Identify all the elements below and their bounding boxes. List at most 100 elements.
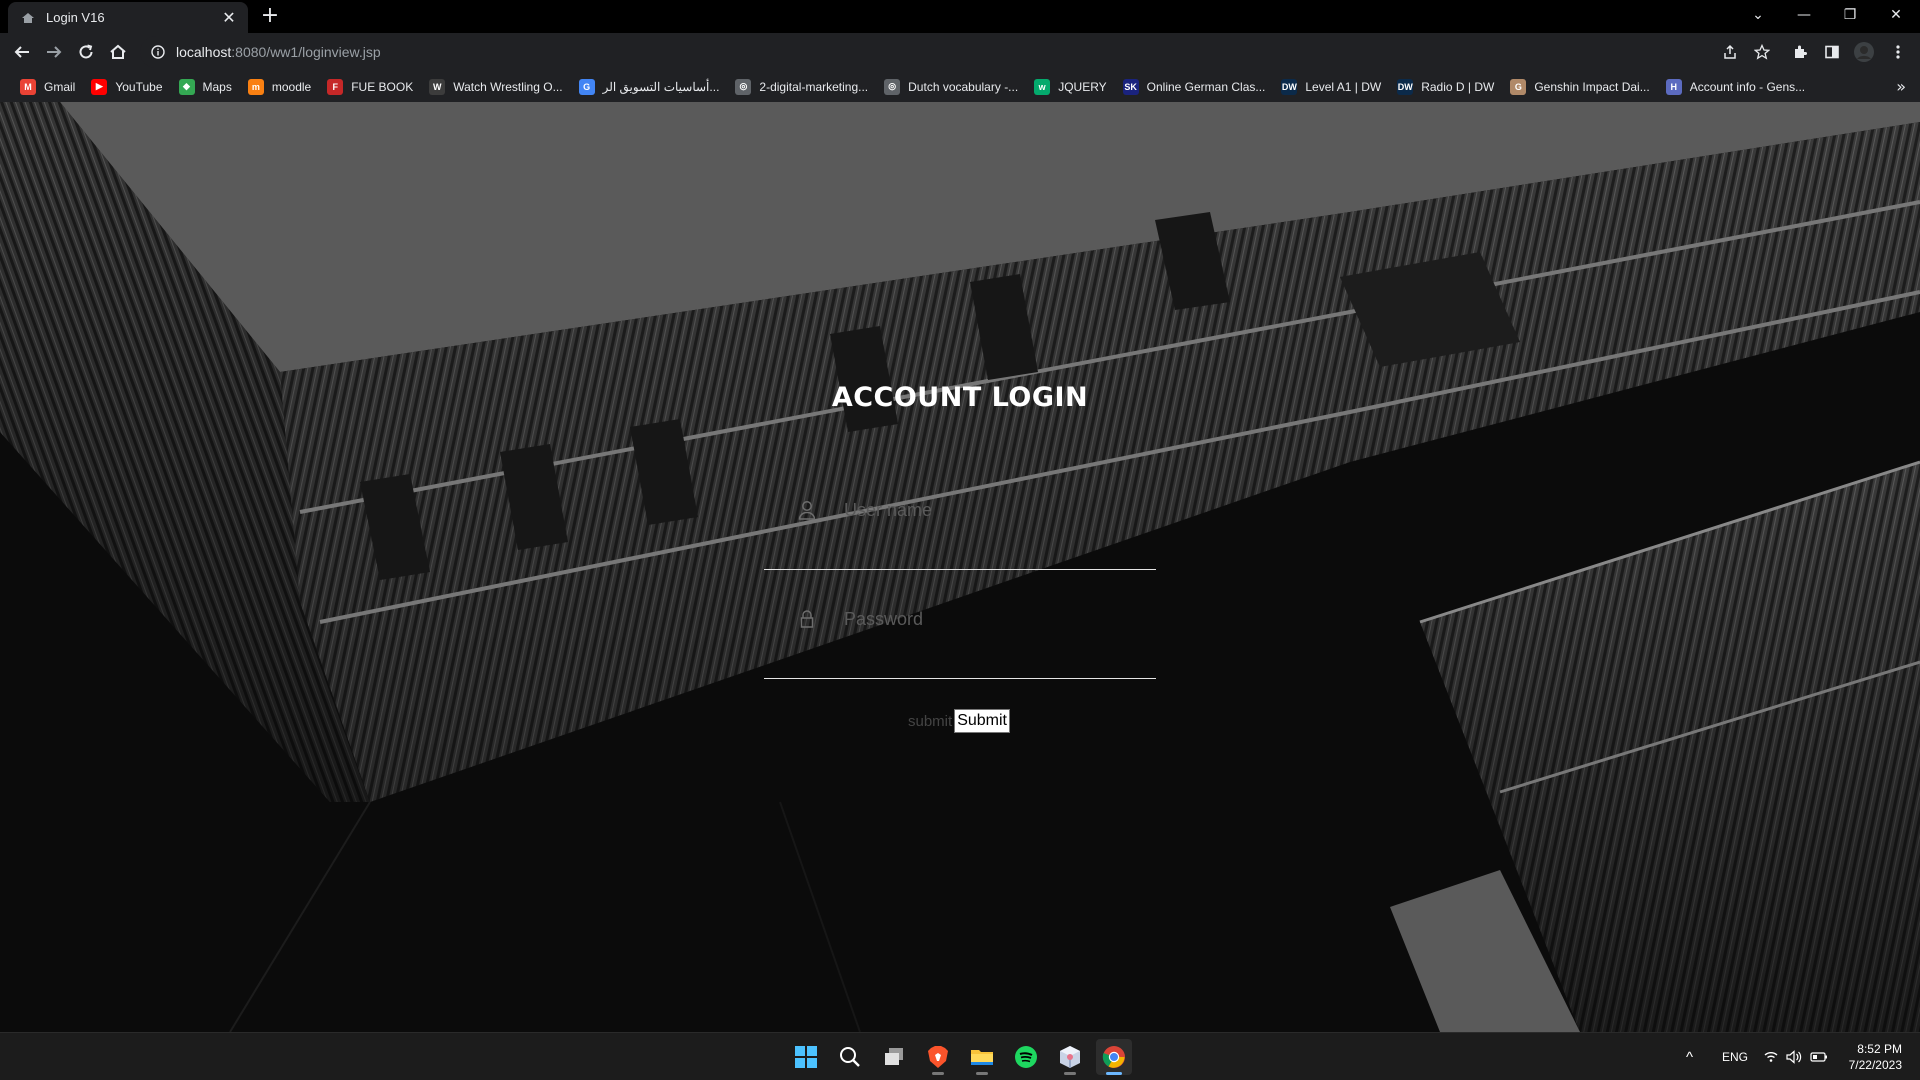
url-path: :8080/ww1/loginview.jsp <box>231 44 381 60</box>
windows-start-icon[interactable] <box>788 1039 824 1075</box>
bookmark-label: Genshin Impact Dai... <box>1534 79 1650 94</box>
screen: Login V16 ✕ + ⌄ — ❐ ✕ localhost:8080/ww1… <box>0 0 1920 1080</box>
site-info-icon[interactable] <box>150 44 166 60</box>
moodle-icon: m <box>247 78 264 95</box>
lock-icon <box>800 610 814 628</box>
globe-icon: ◎ <box>735 78 752 95</box>
bookmark-label: moodle <box>271 79 312 94</box>
bookmarks-bar: M Gmail ▶ YouTube ◆ Maps m moodle F FUE BOOK W Watc… <box>0 71 1920 102</box>
bookmark-item[interactable]: H Account info - Gens... <box>1658 74 1813 100</box>
volume-icon[interactable] <box>1786 1033 1802 1080</box>
file-explorer-icon[interactable] <box>964 1039 1000 1075</box>
password-input[interactable] <box>844 599 1144 639</box>
gmail-icon: M <box>20 78 36 95</box>
battery-icon[interactable] <box>1810 1033 1828 1080</box>
tray-overflow-chevron[interactable]: ^ <box>1686 1033 1693 1080</box>
system-clock[interactable]: 8:52 PM 7/22/2023 <box>1849 1041 1902 1073</box>
language-text: ENG <box>1722 1050 1749 1064</box>
tab-close-icon[interactable]: ✕ <box>220 8 238 27</box>
user-icon <box>798 501 816 520</box>
submit-label: submit <box>908 712 953 730</box>
side-panel-icon[interactable] <box>1818 38 1846 66</box>
bookmark-label: JQUERY <box>1058 79 1107 94</box>
bookmark-item[interactable]: ◎ 2-digital-marketing... <box>727 74 876 100</box>
running-indicator <box>976 1072 988 1075</box>
home-button[interactable] <box>104 38 132 66</box>
bookmark-item[interactable]: m moodle <box>240 74 319 100</box>
youtube-icon: ▶ <box>91 78 108 95</box>
url-text: localhost:8080/ww1/loginview.jsp <box>176 44 381 60</box>
address-bar[interactable]: localhost:8080/ww1/loginview.jsp <box>140 36 1770 68</box>
extensions-icon[interactable] <box>1786 38 1814 66</box>
w3schools-icon: w <box>1034 78 1051 95</box>
globe-icon: ◎ <box>884 78 901 95</box>
chevron-up-icon: ^ <box>1686 1048 1694 1066</box>
forward-arrow-icon <box>47 46 62 58</box>
running-indicator <box>1064 1072 1076 1075</box>
menu-kebab-icon[interactable] <box>1884 38 1912 66</box>
url-host: localhost <box>176 44 232 60</box>
bookmark-item[interactable]: w JQUERY <box>1026 74 1114 100</box>
wordpress-icon: W <box>429 78 446 95</box>
bookmarks-more-icon[interactable]: » <box>1896 71 1906 102</box>
home-icon <box>110 44 126 59</box>
search-icon[interactable] <box>832 1039 868 1075</box>
bookmark-label: Account info - Gens... <box>1689 79 1806 94</box>
reload-icon <box>79 44 93 59</box>
tab-login[interactable]: Login V16 ✕ <box>8 2 248 33</box>
clock-date: 7/22/2023 <box>1848 1058 1902 1072</box>
brave-icon[interactable] <box>920 1039 956 1075</box>
bookmark-item[interactable]: M Gmail <box>12 74 83 100</box>
sk-icon: SK <box>1122 78 1139 95</box>
bookmark-item[interactable]: SK Online German Clas... <box>1115 74 1274 100</box>
back-button[interactable] <box>8 38 36 66</box>
password-field <box>764 599 1156 679</box>
browser-tab-bar: Login V16 ✕ + ⌄ — ❐ ✕ <box>0 0 1920 33</box>
submit-button[interactable]: Submit <box>954 709 1010 733</box>
new-tab-button[interactable]: + <box>258 5 282 29</box>
bookmark-item[interactable]: W Watch Wrestling O... <box>421 74 570 100</box>
app-cube-icon[interactable] <box>1052 1039 1088 1075</box>
share-icon[interactable] <box>1716 38 1744 66</box>
clock-time: 8:52 PM <box>1857 1042 1902 1056</box>
wifi-icon[interactable] <box>1764 1033 1778 1080</box>
browser-toolbar: localhost:8080/ww1/loginview.jsp <box>0 33 1920 71</box>
tab-search-icon[interactable]: ⌄ <box>1736 0 1780 30</box>
hoyolab-icon: H <box>1665 78 1682 95</box>
tab-title: Login V16 <box>46 10 105 25</box>
username-field <box>764 490 1156 570</box>
tab-favicon-icon <box>20 10 36 26</box>
bookmark-item[interactable]: G Genshin Impact Dai... <box>1502 74 1657 100</box>
close-window-button[interactable]: ✕ <box>1874 0 1918 30</box>
username-input[interactable] <box>844 490 1144 530</box>
bookmark-label: 2-digital-marketing... <box>759 79 869 94</box>
bookmark-item[interactable]: F FUE BOOK <box>319 74 421 100</box>
chrome-icon[interactable] <box>1096 1039 1132 1075</box>
minimize-button[interactable]: — <box>1782 0 1826 30</box>
google-icon: G <box>578 78 595 95</box>
language-indicator[interactable]: ENG <box>1722 1033 1748 1080</box>
fue-book-icon: F <box>327 78 344 95</box>
bookmark-item[interactable]: ▶ YouTube <box>83 74 170 100</box>
bookmark-item[interactable]: G أساسيات التسويق الر... <box>571 74 728 100</box>
restore-button[interactable]: ❐ <box>1828 0 1872 30</box>
bookmark-label: Radio D | DW <box>1421 79 1495 94</box>
bookmark-item[interactable]: ◆ Maps <box>171 74 240 100</box>
bookmark-item[interactable]: ◎ Dutch vocabulary -... <box>876 74 1026 100</box>
bookmark-label: أساسيات التسويق الر... <box>602 79 720 94</box>
profile-avatar[interactable] <box>1850 38 1878 66</box>
dw-icon: DW <box>1281 78 1298 95</box>
bookmark-label: Online German Clas... <box>1146 79 1266 94</box>
bookmark-item[interactable]: DW Radio D | DW <box>1389 74 1502 100</box>
bookmark-item[interactable]: DW Level A1 | DW <box>1273 74 1389 100</box>
back-arrow-icon <box>14 46 29 58</box>
bookmark-star-icon[interactable] <box>1748 38 1776 66</box>
login-page: ACCOUNT LOGIN submit Submit <box>0 102 1920 1032</box>
spotify-icon[interactable] <box>1008 1039 1044 1075</box>
windows-taskbar: ^ ENG 8:52 PM 7/22/2023 <box>0 1032 1920 1080</box>
reload-button[interactable] <box>72 38 100 66</box>
task-view-icon[interactable] <box>876 1039 912 1075</box>
maps-icon: ◆ <box>178 78 195 95</box>
forward-button[interactable] <box>40 38 68 66</box>
bookmark-label: FUE BOOK <box>351 79 414 94</box>
